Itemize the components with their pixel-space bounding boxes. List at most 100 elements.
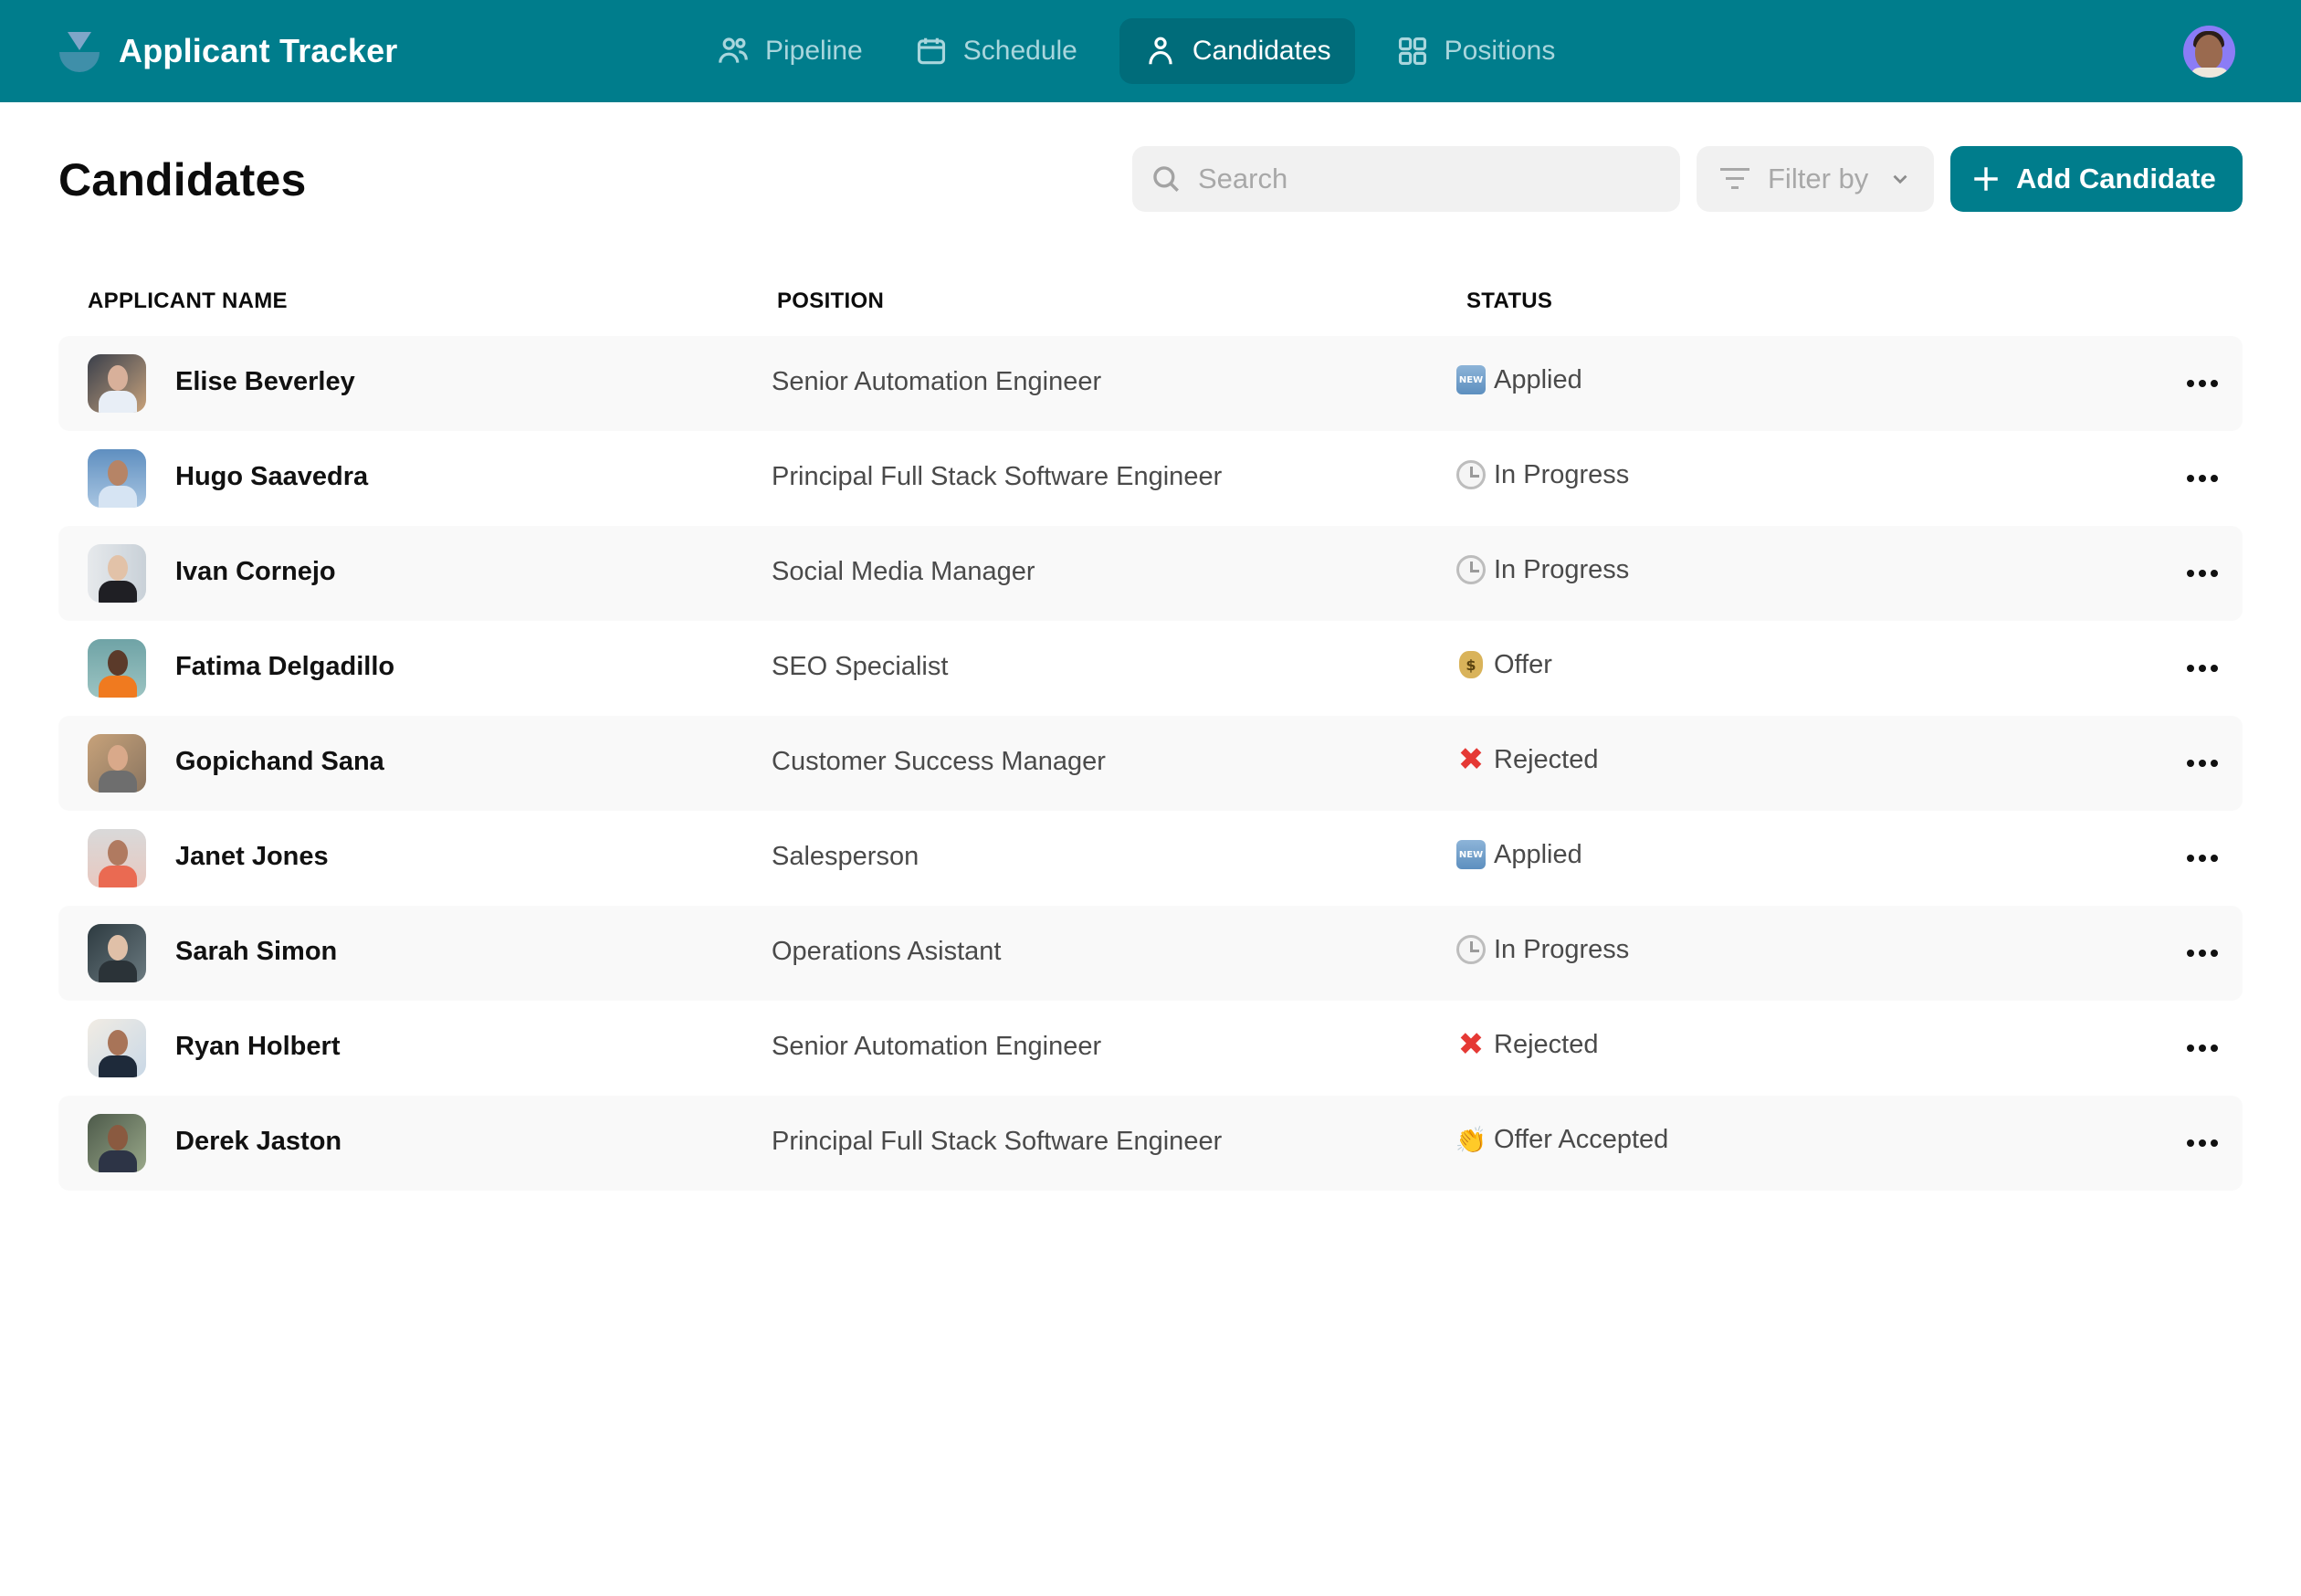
ellipsis-icon (2185, 570, 2221, 577)
candidate-name[interactable]: Sarah Simon (175, 937, 337, 967)
table-row[interactable]: Ryan Holbert Senior Automation Engineer … (58, 1001, 2243, 1096)
table-row[interactable]: Sarah Simon Operations Asistant In Progr… (58, 906, 2243, 1001)
candidate-name[interactable]: Derek Jaston (175, 1127, 341, 1157)
candidate-position: Customer Success Manager (772, 747, 1106, 776)
filter-label: Filter by (1768, 163, 1869, 194)
candidate-name[interactable]: Elise Beverley (175, 367, 355, 397)
applicant-tracker-logo-icon (58, 30, 100, 72)
status-badge: $ Offer (1455, 649, 1552, 680)
new-icon: NEW (1456, 365, 1486, 394)
status-badge: ✖ Rejected (1455, 1026, 1599, 1063)
more-options-button[interactable] (2175, 555, 2230, 592)
candidate-position: Social Media Manager (772, 557, 1035, 586)
filter-dropdown[interactable]: Filter by (1697, 146, 1934, 212)
candidate-avatar (88, 829, 146, 887)
ellipsis-icon (2185, 855, 2221, 862)
status-label: Rejected (1494, 1029, 1599, 1059)
status-label: Offer Accepted (1494, 1124, 1669, 1154)
status-badge: In Progress (1455, 459, 1629, 490)
search-input[interactable] (1198, 163, 1655, 195)
candidate-name[interactable]: Gopichand Sana (175, 747, 384, 777)
nav-item-pipeline[interactable]: Pipeline (694, 18, 885, 84)
more-options-button[interactable] (2175, 1125, 2230, 1161)
column-header-status[interactable]: STATUS (1466, 289, 1552, 314)
candidate-position: Salesperson (772, 842, 919, 871)
table-row[interactable]: Ivan Cornejo Social Media Manager In Pro… (58, 526, 2243, 621)
plus-icon (1974, 167, 1998, 191)
ellipsis-icon (2185, 760, 2221, 767)
candidate-name[interactable]: Ryan Holbert (175, 1032, 340, 1062)
table-row[interactable]: Elise Beverley Senior Automation Enginee… (58, 336, 2243, 431)
ellipsis-icon (2185, 665, 2221, 672)
brand[interactable]: Applicant Tracker (58, 26, 398, 77)
more-options-button[interactable] (2175, 745, 2230, 782)
user-avatar[interactable] (2183, 26, 2235, 78)
main-nav: Pipeline Schedule Candidates Positions (694, 18, 1579, 84)
column-header-applicant-name[interactable]: APPLICANT NAME (88, 289, 288, 314)
candidate-avatar (88, 354, 146, 413)
table-row[interactable]: Derek Jaston Principal Full Stack Softwa… (58, 1096, 2243, 1191)
table-row[interactable]: Fatima Delgadillo SEO Specialist $ Offer (58, 621, 2243, 716)
candidate-position: Operations Asistant (772, 937, 1002, 966)
add-candidate-label: Add Candidate (2016, 163, 2216, 194)
status-label: In Progress (1494, 934, 1630, 964)
filter-icon (1720, 166, 1749, 192)
column-header-position[interactable]: POSITION (777, 289, 884, 314)
nav-label: Positions (1444, 36, 1556, 66)
candidate-position: Principal Full Stack Software Engineer (772, 462, 1223, 491)
nav-item-candidates[interactable]: Candidates (1119, 18, 1355, 84)
more-options-button[interactable] (2175, 840, 2230, 877)
add-candidate-button[interactable]: Add Candidate (1950, 146, 2243, 212)
candidate-avatar (88, 924, 146, 982)
candidate-avatar (88, 544, 146, 603)
clock-icon (1456, 555, 1486, 584)
more-options-button[interactable] (2175, 935, 2230, 971)
status-label: Applied (1494, 839, 1582, 869)
candidate-name[interactable]: Fatima Delgadillo (175, 652, 394, 682)
status-label: In Progress (1494, 554, 1630, 584)
status-badge: ✖ Rejected (1455, 741, 1599, 778)
candidate-name[interactable]: Ivan Cornejo (175, 557, 336, 587)
clapping-hands-icon: 👏 (1455, 1124, 1487, 1155)
status-badge: NEW Applied (1455, 364, 1582, 395)
status-label: Applied (1494, 364, 1582, 394)
candidate-avatar (88, 734, 146, 793)
search-box[interactable] (1132, 146, 1680, 212)
candidate-avatar (88, 1114, 146, 1172)
candidate-avatar (88, 639, 146, 698)
candidate-avatar (88, 449, 146, 508)
table-row[interactable]: Janet Jones Salesperson NEW Applied (58, 811, 2243, 906)
table-header: APPLICANT NAME POSITION STATUS (58, 285, 2243, 321)
more-options-button[interactable] (2175, 650, 2230, 687)
nav-item-schedule[interactable]: Schedule (892, 18, 1099, 84)
candidate-position: Senior Automation Engineer (772, 1032, 1102, 1061)
status-badge: NEW Applied (1455, 839, 1582, 870)
candidate-name[interactable]: Janet Jones (175, 842, 329, 872)
candidate-position: SEO Specialist (772, 652, 949, 681)
nav-item-positions[interactable]: Positions (1373, 18, 1578, 84)
grid-icon (1398, 37, 1426, 66)
chevron-down-icon (1893, 174, 1907, 184)
clock-icon (1456, 460, 1486, 489)
ellipsis-icon (2185, 1045, 2221, 1052)
cross-mark-icon: ✖ (1457, 741, 1485, 778)
status-badge: 👏 Offer Accepted (1455, 1124, 1669, 1155)
candidate-name[interactable]: Hugo Saavedra (175, 462, 368, 492)
ellipsis-icon (2185, 380, 2221, 387)
nav-label: Candidates (1192, 36, 1331, 66)
more-options-button[interactable] (2175, 365, 2230, 402)
table-row[interactable]: Hugo Saavedra Principal Full Stack Softw… (58, 431, 2243, 526)
candidate-position: Principal Full Stack Software Engineer (772, 1127, 1223, 1156)
app-title: Applicant Tracker (119, 32, 398, 69)
status-label: Rejected (1494, 744, 1599, 774)
status-badge: In Progress (1455, 554, 1629, 585)
page-title: Candidates (58, 154, 307, 205)
nav-label: Pipeline (765, 36, 863, 66)
table-row[interactable]: Gopichand Sana Customer Success Manager … (58, 716, 2243, 811)
user-icon (1149, 37, 1172, 65)
more-options-button[interactable] (2175, 460, 2230, 497)
more-options-button[interactable] (2175, 1030, 2230, 1066)
cross-mark-icon: ✖ (1457, 1026, 1485, 1063)
new-icon: NEW (1456, 840, 1486, 869)
ellipsis-icon (2185, 475, 2221, 482)
